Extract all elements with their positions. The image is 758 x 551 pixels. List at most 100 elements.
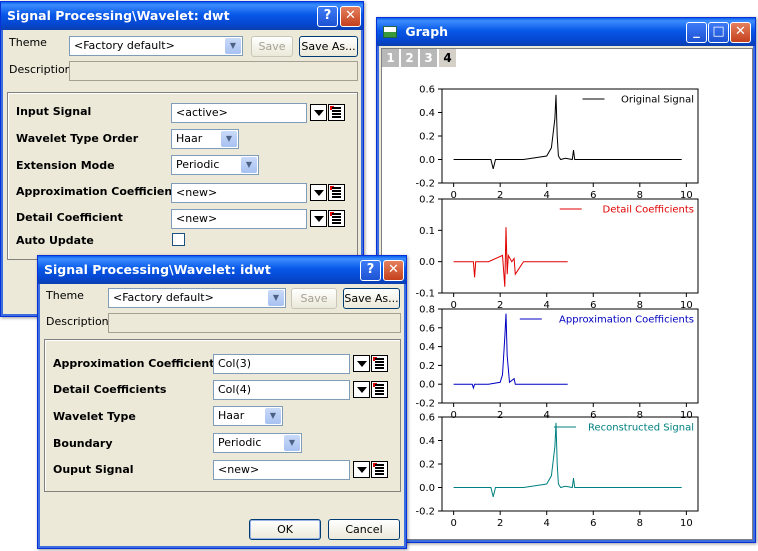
idwt-detail-coefficients-value: Col(4) [218, 383, 252, 396]
x-tick-label: 0 [450, 518, 456, 529]
y-tick-label: 0.0 [419, 483, 435, 494]
idwt-description-field[interactable] [108, 313, 401, 333]
series-line-1 [453, 94, 682, 170]
dwt-approximation-coefficient-label: Approximation Coefficient [16, 185, 178, 198]
dwt-titlebar[interactable]: Signal Processing\Wavelet: dwt [1, 2, 363, 30]
idwt-boundary-label: Boundary [53, 437, 113, 450]
idwt-approximation-coefficients-label: Approximation Coefficients [53, 357, 221, 370]
graph-panels: -0.2 0.0 0.2 0.4 0.6 0 2 4 6 8 10 Original Signal -0… [415, 85, 699, 529]
y-tick-label: 0.4 [419, 108, 435, 119]
minimize-button[interactable]: _ [686, 22, 707, 43]
idwt-save-as-button[interactable]: Save As... [343, 288, 400, 309]
idwt-wavelet-type-label: Wavelet Type [53, 410, 136, 423]
y-tick-label: 0.4 [419, 436, 435, 447]
idwt-wavelet-type-value: Haar [218, 409, 245, 422]
dwt-help-button[interactable]: ? [317, 6, 338, 27]
cancel-button[interactable]: Cancel [328, 519, 400, 540]
idwt-detail-coefficients-field[interactable]: Col(4) [213, 380, 350, 400]
y-tick-label: 0.2 [419, 361, 435, 372]
x-tick-label: 6 [590, 410, 596, 421]
dwt-description-label: Description [9, 63, 72, 76]
idwt-detail-select-icon[interactable] [371, 381, 388, 398]
dwt-input-signal-dropdown-icon[interactable] [310, 104, 327, 121]
dwt-approximation-dropdown-icon[interactable] [310, 184, 327, 201]
dwt-theme-value: <Factory default> [74, 39, 175, 52]
close-button[interactable]: ✕ [730, 22, 751, 43]
dwt-wavelet-type-select[interactable]: Haar ▼ [171, 129, 239, 149]
graph-page[interactable]: 1 2 3 4 -0.2 0.0 0.2 0.4 0.6 0 2 4 6 8 10 Original … [381, 48, 753, 540]
dwt-detail-coefficient-label: Detail Coefficient [16, 211, 123, 224]
dwt-save-button[interactable]: Save [251, 36, 293, 57]
dwt-close-button[interactable]: ✕ [340, 6, 361, 27]
idwt-theme-select[interactable]: <Factory default> ▼ [108, 288, 286, 308]
idwt-save-button[interactable]: Save [291, 288, 337, 309]
x-tick-label: 2 [497, 410, 503, 421]
dwt-wavelet-type-label: Wavelet Type Order [16, 132, 139, 145]
y-tick-label: 0.6 [419, 323, 435, 334]
legend-label: Reconstructed Signal [588, 423, 694, 434]
dwt-extension-mode-label: Extension Mode [16, 159, 115, 172]
dwt-description-field[interactable] [69, 61, 358, 81]
idwt-boundary-value: Periodic [218, 436, 262, 449]
idwt-detail-coefficients-label: Detail Coefficients [53, 383, 167, 396]
idwt-output-dropdown-icon[interactable] [353, 461, 370, 478]
y-tick-label: 0.0 [419, 257, 435, 268]
x-tick-label: 6 [590, 518, 596, 529]
idwt-dialog: Signal Processing\Wavelet: idwt ? ✕ Them… [37, 255, 407, 549]
series-line-3 [453, 313, 568, 390]
chevron-down-icon: ▼ [221, 131, 237, 147]
chevron-down-icon: ▼ [225, 38, 241, 54]
dwt-auto-update-checkbox[interactable] [172, 233, 185, 246]
dwt-detail-coefficient-field[interactable]: <new> [171, 209, 307, 229]
dwt-approximation-select-icon[interactable] [328, 184, 345, 201]
idwt-title: Signal Processing\Wavelet: idwt [44, 262, 271, 277]
x-tick-label: 10 [680, 518, 693, 529]
ok-button[interactable]: OK [249, 519, 321, 540]
idwt-theme-value: <Factory default> [113, 291, 214, 304]
legend-label: Approximation Coefficients [559, 315, 694, 326]
chevron-down-icon: ▼ [284, 435, 300, 451]
idwt-output-signal-label: Ouput Signal [53, 463, 134, 476]
dwt-title: Signal Processing\Wavelet: dwt [7, 8, 230, 23]
dwt-extension-mode-select[interactable]: Periodic ▼ [171, 155, 259, 175]
chevron-down-icon: ▼ [241, 157, 257, 173]
idwt-description-label: Description [46, 315, 109, 328]
x-tick-label: 8 [637, 518, 643, 529]
y-tick-label: 0.0 [419, 155, 435, 166]
idwt-approximation-dropdown-icon[interactable] [353, 355, 370, 372]
dwt-detail-select-icon[interactable] [328, 210, 345, 227]
dwt-input-signal-field[interactable]: <active> [171, 103, 307, 123]
idwt-help-button[interactable]: ? [360, 260, 381, 281]
dwt-save-as-button[interactable]: Save As... [299, 36, 358, 57]
x-tick-label: 8 [637, 410, 643, 421]
idwt-approximation-select-icon[interactable] [371, 355, 388, 372]
y-tick-label: -0.2 [415, 179, 435, 190]
y-tick-label: -0.2 [415, 507, 435, 518]
idwt-titlebar[interactable]: Signal Processing\Wavelet: idwt [38, 256, 406, 284]
dwt-theme-select[interactable]: <Factory default> ▼ [69, 36, 243, 56]
idwt-boundary-select[interactable]: Periodic ▼ [213, 433, 302, 453]
dwt-input-signal-select-icon[interactable] [328, 104, 345, 121]
dwt-approximation-coefficient-field[interactable]: <new> [171, 183, 307, 203]
chevron-down-icon: ▼ [265, 408, 281, 424]
dwt-theme-label: Theme [9, 36, 47, 49]
idwt-output-select-icon[interactable] [371, 461, 388, 478]
x-tick-label: 10 [680, 410, 693, 421]
idwt-wavelet-type-select[interactable]: Haar ▼ [213, 406, 283, 426]
chevron-down-icon: ▼ [268, 290, 284, 306]
series-line-2 [453, 227, 568, 287]
y-tick-label: 0.1 [419, 226, 435, 237]
idwt-approximation-coefficients-value: Col(3) [218, 357, 252, 370]
dwt-detail-dropdown-icon[interactable] [310, 210, 327, 227]
idwt-detail-dropdown-icon[interactable] [353, 381, 370, 398]
y-tick-label: 0.6 [419, 413, 435, 424]
y-tick-label: 0.2 [419, 132, 435, 143]
graph-window-icon [383, 25, 397, 38]
idwt-approximation-coefficients-field[interactable]: Col(3) [213, 354, 350, 374]
maximize-button[interactable]: □ [708, 22, 729, 43]
dwt-extension-mode-value: Periodic [176, 158, 220, 171]
idwt-output-signal-field[interactable]: <new> [213, 460, 350, 480]
idwt-close-button[interactable]: ✕ [383, 260, 404, 281]
y-tick-label: 0.0 [419, 380, 435, 391]
y-tick-label: 0.2 [419, 195, 435, 206]
